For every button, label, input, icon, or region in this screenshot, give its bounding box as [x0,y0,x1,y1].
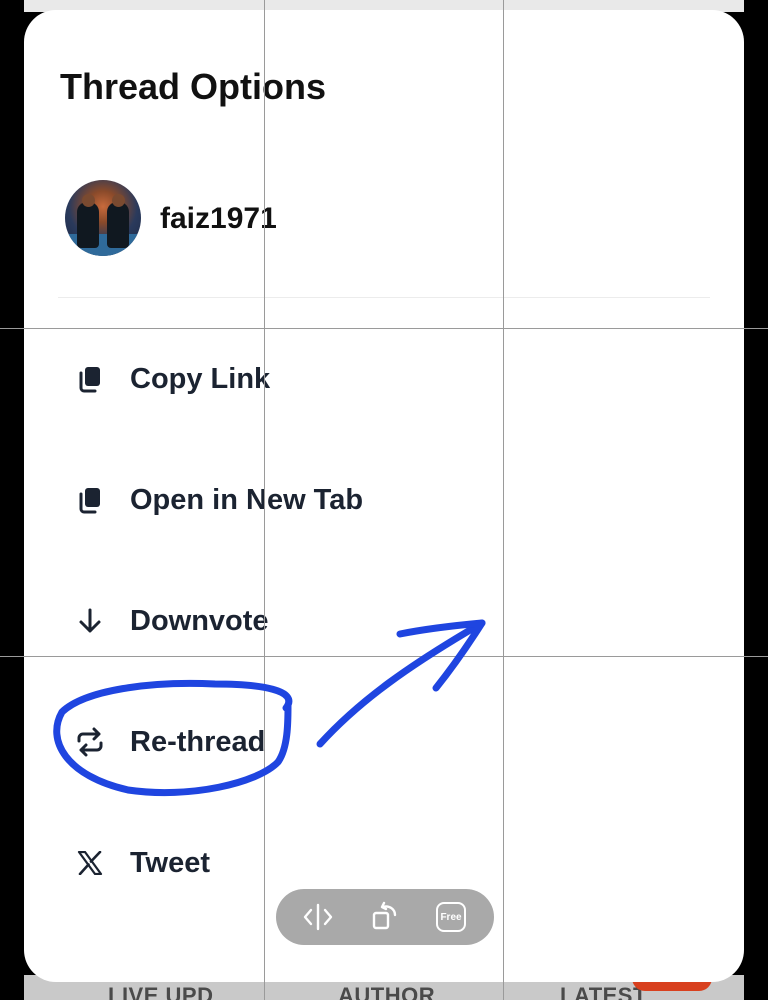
avatar[interactable] [65,180,141,256]
crop-grid-line [0,328,768,329]
crop-grid-line [0,656,768,657]
menu-item-copy-link[interactable]: Copy Link [70,351,530,407]
menu-item-tweet[interactable]: Tweet [70,835,530,891]
menu-item-label: Downvote [130,604,269,637]
crop-grid-line [503,0,504,1000]
x-logo-icon [70,843,110,883]
menu-item-label: Tweet [130,846,211,879]
background-tab-live: LIVE UPD [108,983,214,1000]
thread-options-sheet: Thread Options faiz1971 Copy Link Open i… [24,10,744,982]
menu-item-downvote[interactable]: Downvote [70,593,530,649]
repost-icon [70,722,110,762]
menu-item-label: Copy Link [130,362,271,395]
arrow-down-icon [70,601,110,641]
background-tab-author: AUTHOR [338,983,436,1000]
menu-item-re-thread[interactable]: Re-thread [70,714,530,770]
copy-icon [70,359,110,399]
copy-icon [70,480,110,520]
menu-item-open-new-tab[interactable]: Open in New Tab [70,472,530,528]
menu-item-label: Re-thread [130,725,266,758]
screen: LIVE UPD AUTHOR LATEST Thread Options fa… [0,0,768,1000]
username[interactable]: faiz1971 [160,202,277,236]
menu-item-label: Open in New Tab [130,483,364,516]
editor-toolbar: Free [276,889,494,945]
crop-grid-line [264,0,265,1000]
split-view-button[interactable] [300,899,336,935]
free-crop-label: Free [440,911,462,923]
rotate-button[interactable] [367,899,403,935]
header-divider [58,297,710,298]
rotate-icon [372,901,397,930]
split-view-icon [303,903,333,931]
free-crop-button[interactable]: Free [436,902,466,932]
sheet-title: Thread Options [60,66,327,107]
